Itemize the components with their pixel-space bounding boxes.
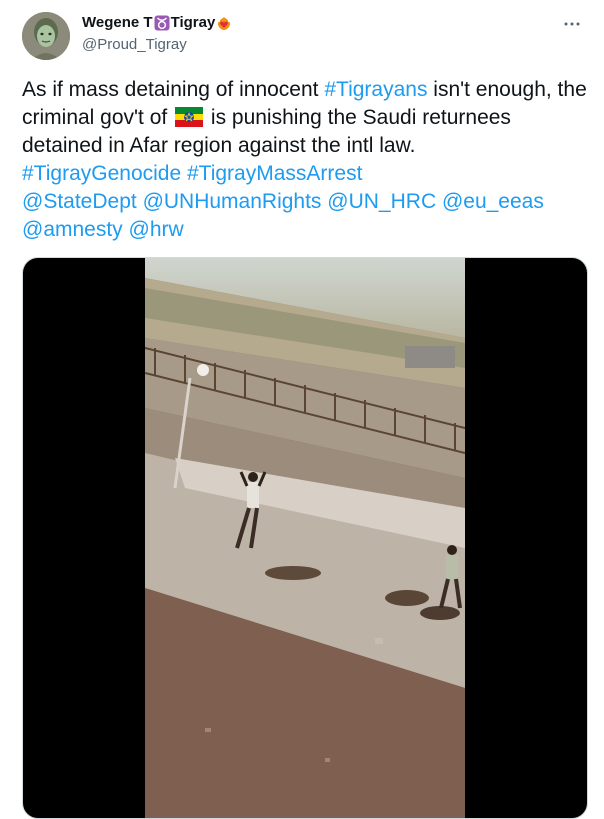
heart-on-fire-icon: [216, 15, 232, 31]
video-thumbnail: [145, 258, 465, 818]
taurus-sign-icon: [154, 15, 170, 31]
video-frame: [145, 258, 465, 818]
tweet-text: As if mass detaining of innocent #Tigray…: [22, 76, 588, 244]
mention-link[interactable]: @amnesty: [22, 218, 123, 241]
video-player[interactable]: [22, 257, 588, 819]
tweet-text-segment: As if mass detaining of innocent: [22, 78, 325, 101]
avatar[interactable]: [22, 12, 70, 60]
hashtag-link[interactable]: #Tigrayans: [324, 78, 427, 101]
ethiopia-flag-icon: [175, 107, 204, 127]
avatar-image: [22, 12, 70, 60]
author-handle[interactable]: @Proud_Tigray: [82, 36, 187, 53]
author-name-part: Wegene T: [82, 14, 153, 31]
more-horizontal-icon[interactable]: [560, 12, 584, 36]
hashtag-link[interactable]: #TigrayMassArrest: [187, 162, 362, 185]
mention-link[interactable]: @UNHumanRights: [143, 190, 322, 213]
mention-link[interactable]: @UN_HRC: [327, 190, 436, 213]
author-name-part: Tigray: [170, 14, 216, 31]
mention-link[interactable]: @eu_eeas: [442, 190, 544, 213]
mention-link[interactable]: @StateDept: [22, 190, 137, 213]
mention-link[interactable]: @hrw: [129, 218, 184, 241]
author-name[interactable]: Wegene T Tigray: [82, 14, 233, 31]
hashtag-link[interactable]: #TigrayGenocide: [22, 162, 181, 185]
tweet: Wegene T Tigray @Proud_Tigray As if mass…: [0, 0, 604, 819]
